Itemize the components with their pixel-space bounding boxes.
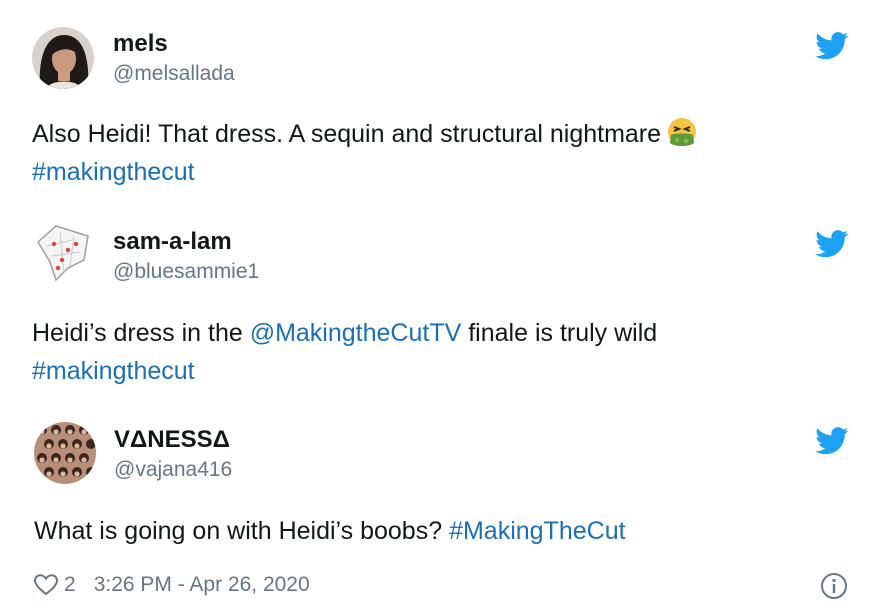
display-name[interactable]: VΔNESSΔ [114,426,230,454]
tweet-text-content: Heidi’s dress in the [32,319,250,347]
display-name[interactable]: mels [113,30,168,58]
nauseated-face-icon [668,118,697,146]
user-handle[interactable]: @bluesammie1 [113,260,259,284]
avatar[interactable] [32,222,94,284]
twitter-bird-icon[interactable] [815,32,849,60]
tweet-text: What is going on with Heidi’s boobs? #Ma… [34,512,626,550]
tweet-3: VΔNESSΔ @vajana416 What is going on with… [0,400,880,605]
tweet-text: Heidi’s dress in the @MakingtheCutTV fin… [32,314,657,390]
display-name[interactable]: sam-a-lam [113,228,232,256]
tweet-text-content: finale is truly wild [461,319,658,347]
tweet-footer: 2 3:26 PM - Apr 26, 2020 [34,573,310,597]
avatar[interactable] [34,422,96,484]
tweet-text-content: What is going on with Heidi’s boobs? [34,517,450,545]
avatar[interactable] [32,27,94,89]
mention-link[interactable]: @MakingtheCutTV [250,319,462,347]
tweet-1: mels @melsallada Also Heidi! That dress.… [0,0,880,200]
hashtag-link[interactable]: #makingthecut [32,357,195,385]
twitter-bird-icon[interactable] [815,427,849,455]
tweet-text: Also Heidi! That dress. A sequin and str… [32,115,697,191]
info-icon[interactable] [820,572,848,600]
user-handle[interactable]: @melsallada [113,62,235,86]
tweet-timestamp[interactable]: 3:26 PM - Apr 26, 2020 [94,573,310,597]
heart-icon[interactable] [34,574,58,596]
like-count[interactable]: 2 [64,573,76,597]
hashtag-link[interactable]: #MakingTheCut [449,517,625,545]
user-handle[interactable]: @vajana416 [114,458,232,482]
twitter-bird-icon[interactable] [815,230,849,258]
tweet-text-content: Also Heidi! That dress. A sequin and str… [32,120,662,148]
hashtag-link[interactable]: #makingthecut [32,158,195,186]
tweet-2: sam-a-lam @bluesammie1 Heidi’s dress in … [0,200,880,400]
